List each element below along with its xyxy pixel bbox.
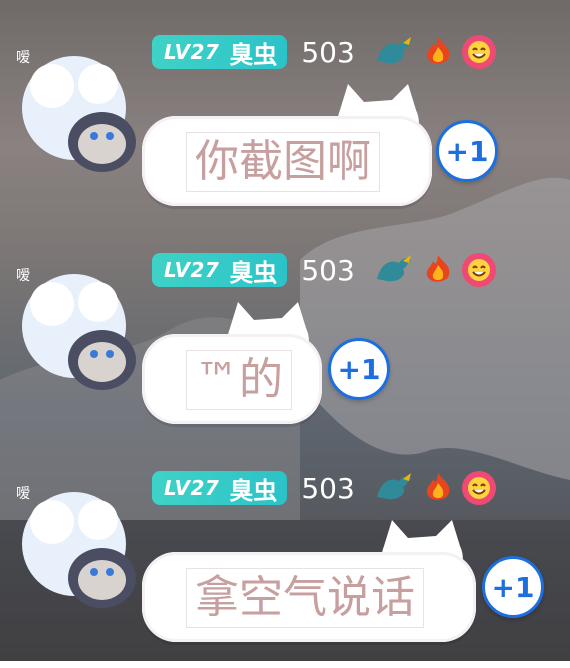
fire-icon (426, 255, 450, 282)
message-header: LV27 臭虫 503 (152, 250, 497, 290)
user-score: 503 (301, 471, 355, 505)
fire-icon (426, 473, 450, 500)
message-text: 拿空气说话 (186, 568, 424, 628)
chat-message: 嗳 LV27 臭虫 503 (0, 250, 570, 450)
user-score: 503 (301, 253, 355, 287)
svg-text:嗳: 嗳 (16, 50, 30, 66)
username: 臭虫 (229, 40, 278, 69)
smile-flower-icon (461, 471, 496, 505)
chat-message: 嗳 LV27 臭虫 503 (0, 32, 570, 232)
dragon-badge-icon (376, 37, 411, 64)
level-label: LV27 (164, 40, 220, 64)
user-score: 503 (301, 35, 355, 69)
avatar[interactable]: 嗳 (14, 48, 142, 180)
plus-one-button[interactable]: +1 (482, 556, 544, 618)
chat-message: 嗳 LV27 臭虫 503 (0, 468, 570, 668)
message-bubble[interactable]: 你截图啊 (142, 76, 432, 206)
message-bubble[interactable]: ™的 (142, 294, 322, 424)
user-level-badge[interactable]: LV27 臭虫 (152, 35, 288, 69)
badge-icons (373, 34, 497, 70)
message-text: 你截图啊 (186, 132, 380, 192)
dragon-badge-icon (376, 255, 411, 282)
fire-icon (426, 37, 450, 64)
plus-one-button[interactable]: +1 (328, 338, 390, 400)
svg-text:嗳: 嗳 (16, 486, 30, 502)
user-level-badge[interactable]: LV27 臭虫 (152, 471, 288, 505)
smile-flower-icon (461, 253, 496, 287)
message-header: LV27 臭虫 503 (152, 32, 497, 72)
smile-flower-icon (461, 35, 496, 69)
user-level-badge[interactable]: LV27 臭虫 (152, 253, 288, 287)
message-header: LV27 臭虫 503 (152, 468, 497, 508)
plus-one-button[interactable]: +1 (436, 120, 498, 182)
badge-icons (373, 252, 497, 288)
username: 臭虫 (229, 476, 278, 505)
message-text: ™的 (186, 350, 292, 410)
level-label: LV27 (164, 476, 220, 500)
message-bubble[interactable]: 拿空气说话 (142, 512, 476, 642)
avatar[interactable]: 嗳 (14, 484, 142, 616)
level-label: LV27 (164, 258, 220, 282)
badge-icons (373, 470, 497, 506)
dragon-badge-icon (376, 473, 411, 500)
svg-text:嗳: 嗳 (16, 268, 30, 284)
username: 臭虫 (229, 258, 278, 287)
avatar[interactable]: 嗳 (14, 266, 142, 398)
